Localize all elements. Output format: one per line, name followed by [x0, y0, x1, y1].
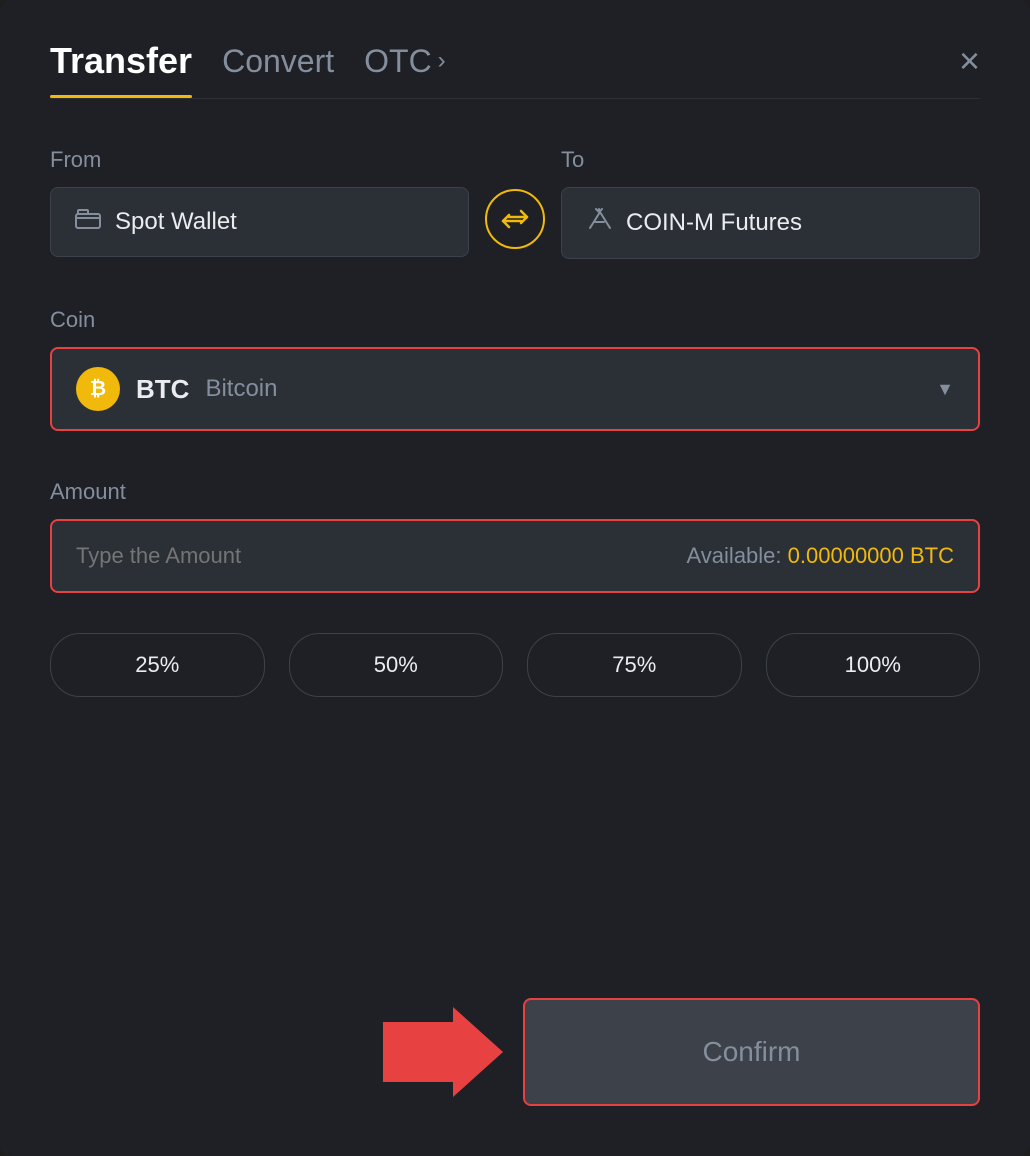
to-label: To [561, 147, 980, 173]
percent-25-button[interactable]: 25% [50, 633, 265, 697]
coin-selector[interactable]: ₿ BTC Bitcoin ▼ [50, 347, 980, 431]
transfer-modal: Transfer Convert OTC › × From Spot Walle… [0, 0, 1030, 1156]
percent-50-button[interactable]: 50% [289, 633, 504, 697]
coin-label: Coin [50, 307, 95, 332]
from-label: From [50, 147, 469, 173]
swap-button[interactable] [485, 189, 545, 249]
tab-convert[interactable]: Convert [222, 43, 334, 96]
confirm-section: Confirm [50, 958, 980, 1106]
amount-input[interactable] [76, 543, 276, 569]
available-text: Available: 0.00000000 BTC [687, 543, 954, 569]
coin-chevron-icon: ▼ [936, 379, 954, 400]
arrow-container [50, 1007, 523, 1097]
amount-input-box: Available: 0.00000000 BTC [50, 519, 980, 593]
to-wallet-label: COIN-M Futures [626, 209, 802, 237]
otc-chevron-icon: › [438, 47, 446, 75]
futures-icon [586, 208, 612, 238]
from-group: From Spot Wallet [50, 147, 469, 257]
available-amount: 0.00000000 BTC [788, 543, 954, 568]
coin-section: Coin ₿ BTC Bitcoin ▼ [50, 307, 980, 431]
btc-icon: ₿ [76, 367, 120, 411]
coin-name: Bitcoin [205, 375, 277, 403]
from-wallet-selector[interactable]: Spot Wallet [50, 187, 469, 257]
confirm-button[interactable]: Confirm [523, 998, 980, 1106]
to-group: To COIN-M Futures [561, 147, 980, 259]
tab-otc[interactable]: OTC › [364, 43, 446, 96]
tab-bar: Transfer Convert OTC › × [50, 40, 980, 98]
percent-buttons: 25% 50% 75% 100% [50, 633, 980, 697]
tab-transfer[interactable]: Transfer [50, 40, 192, 98]
to-wallet-selector[interactable]: COIN-M Futures [561, 187, 980, 259]
amount-label: Amount [50, 479, 126, 504]
close-button[interactable]: × [959, 43, 980, 95]
percent-75-button[interactable]: 75% [527, 633, 742, 697]
header-divider [50, 98, 980, 99]
from-wallet-label: Spot Wallet [115, 208, 237, 236]
percent-100-button[interactable]: 100% [766, 633, 981, 697]
wallet-icon [75, 209, 101, 235]
amount-section: Amount Available: 0.00000000 BTC [50, 479, 980, 593]
swap-container [469, 189, 561, 249]
coin-symbol: BTC [136, 374, 189, 405]
from-to-section: From Spot Wallet [50, 147, 980, 259]
red-arrow-icon [383, 1007, 503, 1097]
